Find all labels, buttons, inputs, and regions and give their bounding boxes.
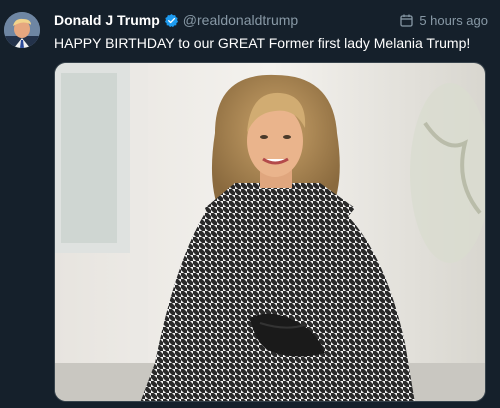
avatar[interactable] <box>4 12 40 48</box>
author-handle[interactable]: @realdonaldtrump <box>183 12 298 28</box>
verified-badge-icon <box>164 13 179 28</box>
author-name[interactable]: Donald J Trump <box>54 12 160 28</box>
tweet-media-photo[interactable] <box>54 62 486 402</box>
tweet-header: Donald J Trump @realdonaldtrump 5 hours … <box>54 10 488 30</box>
timestamp-link[interactable]: 5 hours ago <box>400 13 488 28</box>
tweet-text: HAPPY BIRTHDAY to our GREAT Former first… <box>54 35 471 51</box>
timestamp: 5 hours ago <box>419 12 488 28</box>
tweet: Donald J Trump @realdonaldtrump 5 hours … <box>0 0 500 408</box>
calendar-icon <box>400 14 413 27</box>
photo-illustration <box>55 63 485 401</box>
